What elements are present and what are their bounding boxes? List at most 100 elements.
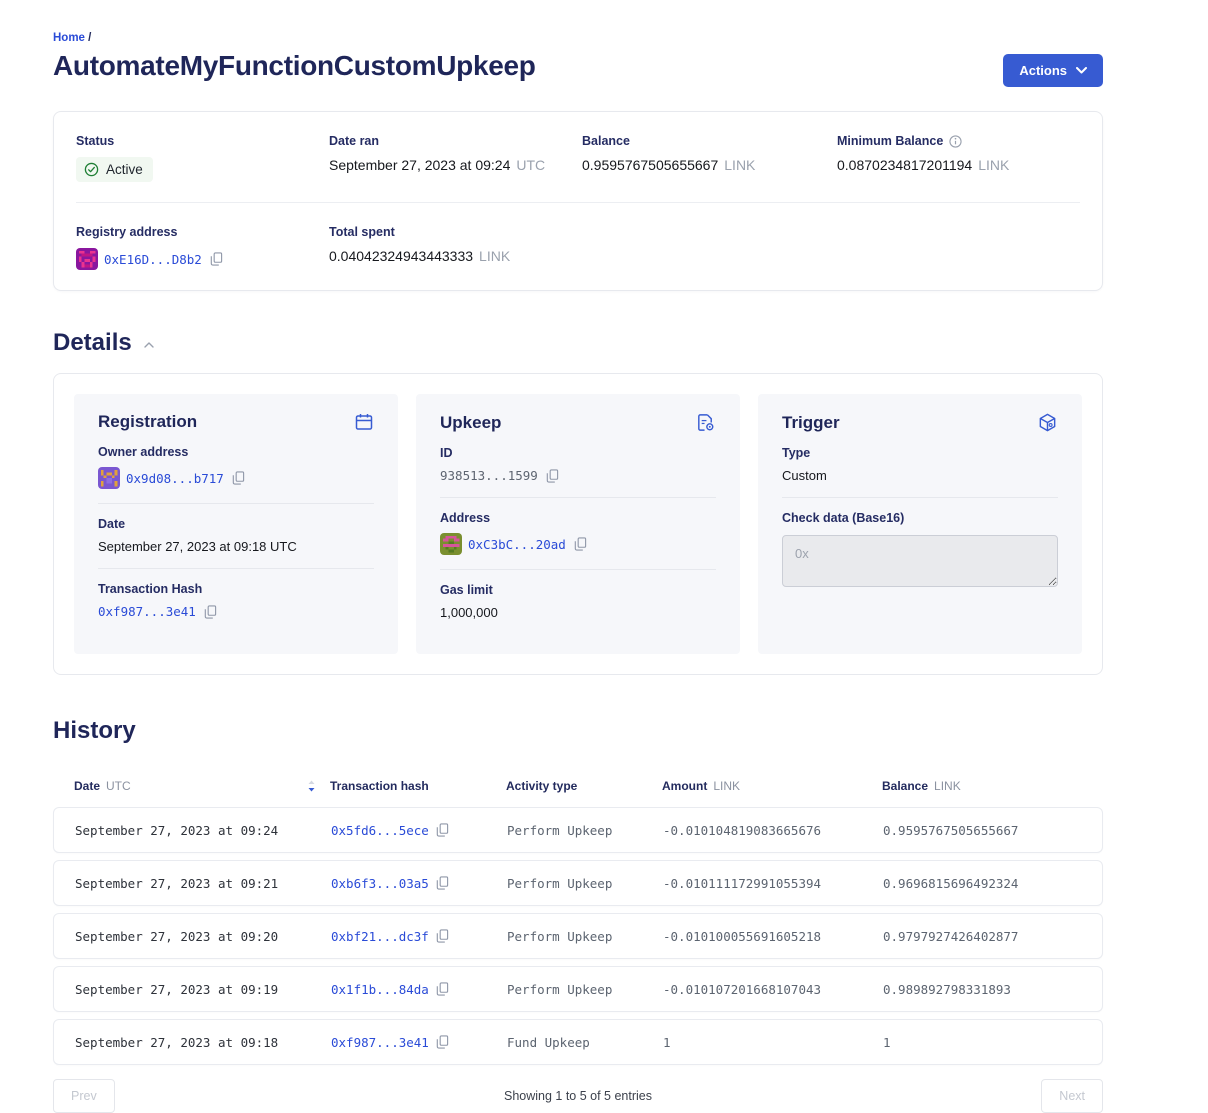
copy-icon[interactable] — [436, 823, 449, 837]
check-data-textarea[interactable] — [782, 535, 1058, 587]
row-tx-link[interactable]: 0x1f1b...84da — [331, 982, 429, 997]
trigger-title: Trigger — [782, 413, 840, 433]
next-button[interactable]: Next — [1041, 1079, 1103, 1113]
row-tx-link[interactable]: 0xb6f3...03a5 — [331, 876, 429, 891]
row-tx-link[interactable]: 0xf987...3e41 — [331, 1035, 429, 1050]
registration-tx-link[interactable]: 0xf987...3e41 — [98, 604, 196, 619]
row-activity: Perform Upkeep — [507, 876, 663, 891]
row-date: September 27, 2023 at 09:20 — [54, 929, 331, 944]
copy-icon[interactable] — [210, 252, 223, 266]
copy-icon[interactable] — [436, 876, 449, 890]
prev-button[interactable]: Prev — [53, 1079, 115, 1113]
table-row: September 27, 2023 at 09:24 0x5fd6...5ec… — [53, 807, 1103, 853]
row-tx-link[interactable]: 0x5fd6...5ece — [331, 823, 429, 838]
actions-button[interactable]: Actions — [1003, 54, 1103, 87]
date-ran-field: Date ran September 27, 2023 at 09:24 UTC — [329, 134, 582, 182]
breadcrumb: Home / — [53, 32, 1103, 44]
total-spent-value: 0.04042324943443333 — [329, 248, 473, 264]
balance-value: 0.9595767505655667 — [582, 157, 718, 173]
min-balance-label: Minimum Balance — [837, 134, 943, 148]
owner-address-link[interactable]: 0x9d08...b717 — [126, 471, 224, 486]
gas-limit-label: Gas limit — [440, 583, 716, 597]
row-activity: Perform Upkeep — [507, 929, 663, 944]
registry-label: Registry address — [76, 225, 329, 239]
row-amount: 1 — [663, 1035, 883, 1050]
min-balance-value: 0.0870234817201194 — [837, 157, 972, 173]
row-tx-link[interactable]: 0xbf21...dc3f — [331, 929, 429, 944]
sort-icon[interactable] — [307, 780, 316, 792]
col-date: Date UTC — [53, 779, 330, 793]
upkeep-address-field: Address 0xC3bC...20ad — [440, 497, 716, 569]
row-amount: -0.010111172991055394 — [663, 876, 883, 891]
row-balance: 0.9696815696492324 — [883, 876, 1102, 891]
upkeep-address-label: Address — [440, 511, 716, 525]
date-ran-value: September 27, 2023 at 09:24 — [329, 157, 510, 173]
min-balance-field: Minimum Balance 0.0870234817201194 LINK — [837, 134, 1080, 182]
calendar-icon — [354, 412, 374, 432]
status-label: Status — [76, 134, 329, 148]
upkeep-address-identicon — [440, 533, 462, 555]
gas-limit-value: 1,000,000 — [440, 605, 498, 620]
col-balance: Balance LINK — [882, 779, 1103, 793]
copy-icon[interactable] — [436, 929, 449, 943]
upkeep-id-value: 938513...1599 — [440, 468, 538, 483]
balance-unit: LINK — [724, 157, 755, 173]
total-spent-field: Total spent 0.04042324943443333 LINK — [329, 225, 582, 270]
date-ran-label: Date ran — [329, 134, 582, 148]
page-title: AutomateMyFunctionCustomUpkeep — [53, 50, 536, 82]
gas-limit-field: Gas limit 1,000,000 — [440, 569, 716, 634]
registration-date-field: Date September 27, 2023 at 09:18 UTC — [98, 503, 374, 568]
chevron-down-icon — [1076, 67, 1087, 74]
document-gear-icon — [695, 412, 716, 433]
actions-button-label: Actions — [1019, 63, 1067, 78]
row-balance: 0.9595767505655667 — [883, 823, 1102, 838]
details-collapse-toggle[interactable] — [142, 335, 156, 352]
info-icon[interactable] — [949, 135, 962, 148]
owner-identicon — [98, 467, 120, 489]
table-row: September 27, 2023 at 09:19 0x1f1b...84d… — [53, 966, 1103, 1012]
history-heading: History — [53, 717, 1103, 745]
summary-row-1: Status Active Date ran September 27, 202… — [76, 112, 1080, 202]
history-table-header: Date UTC Transaction hash Activity type … — [53, 779, 1103, 807]
row-activity: Perform Upkeep — [507, 823, 663, 838]
details-section-head: Details — [53, 329, 1103, 357]
registration-date-value: September 27, 2023 at 09:18 UTC — [98, 539, 297, 554]
row-amount: -0.010104819083665676 — [663, 823, 883, 838]
upkeep-address-link[interactable]: 0xC3bC...20ad — [468, 537, 566, 552]
check-data-field: Check data (Base16) — [782, 497, 1058, 606]
table-row: September 27, 2023 at 09:18 0xf987...3e4… — [53, 1019, 1103, 1065]
copy-icon[interactable] — [232, 471, 245, 485]
trigger-type-field: Type Custom — [782, 433, 1058, 497]
copy-icon[interactable] — [204, 605, 217, 619]
upkeep-id-field: ID 938513...1599 — [440, 433, 716, 497]
details-panel: Registration Owner address 0x9d08...b717 — [53, 373, 1103, 675]
pagination-summary: Showing 1 to 5 of 5 entries — [115, 1089, 1042, 1103]
col-amount: Amount LINK — [662, 779, 882, 793]
registration-title: Registration — [98, 412, 197, 432]
registry-address-link[interactable]: 0xE16D...D8b2 — [104, 252, 202, 267]
owner-address-label: Owner address — [98, 445, 374, 459]
registry-identicon — [76, 248, 98, 270]
row-date: September 27, 2023 at 09:18 — [54, 1035, 331, 1050]
copy-icon[interactable] — [546, 469, 559, 483]
cube-icon — [1037, 412, 1058, 433]
status-badge: Active — [76, 157, 153, 182]
row-activity: Fund Upkeep — [507, 1035, 663, 1050]
copy-icon[interactable] — [574, 537, 587, 551]
copy-icon[interactable] — [436, 1035, 449, 1049]
title-bar: AutomateMyFunctionCustomUpkeep Actions — [53, 50, 1103, 87]
copy-icon[interactable] — [436, 982, 449, 996]
balance-label: Balance — [582, 134, 837, 148]
details-heading: Details — [53, 329, 132, 357]
registry-field: Registry address 0xE16D...D8b2 — [76, 225, 329, 270]
registration-card: Registration Owner address 0x9d08...b717 — [74, 394, 398, 654]
check-data-label: Check data (Base16) — [782, 511, 1058, 525]
upkeep-title: Upkeep — [440, 413, 501, 433]
row-date: September 27, 2023 at 09:24 — [54, 823, 331, 838]
summary-row-2: Registry address 0xE16D...D8b2 Total spe… — [76, 202, 1080, 290]
table-row: September 27, 2023 at 09:20 0xbf21...dc3… — [53, 913, 1103, 959]
balance-field: Balance 0.9595767505655667 LINK — [582, 134, 837, 182]
summary-card: Status Active Date ran September 27, 202… — [53, 111, 1103, 291]
breadcrumb-home-link[interactable]: Home — [53, 32, 85, 44]
check-circle-icon — [84, 162, 99, 177]
